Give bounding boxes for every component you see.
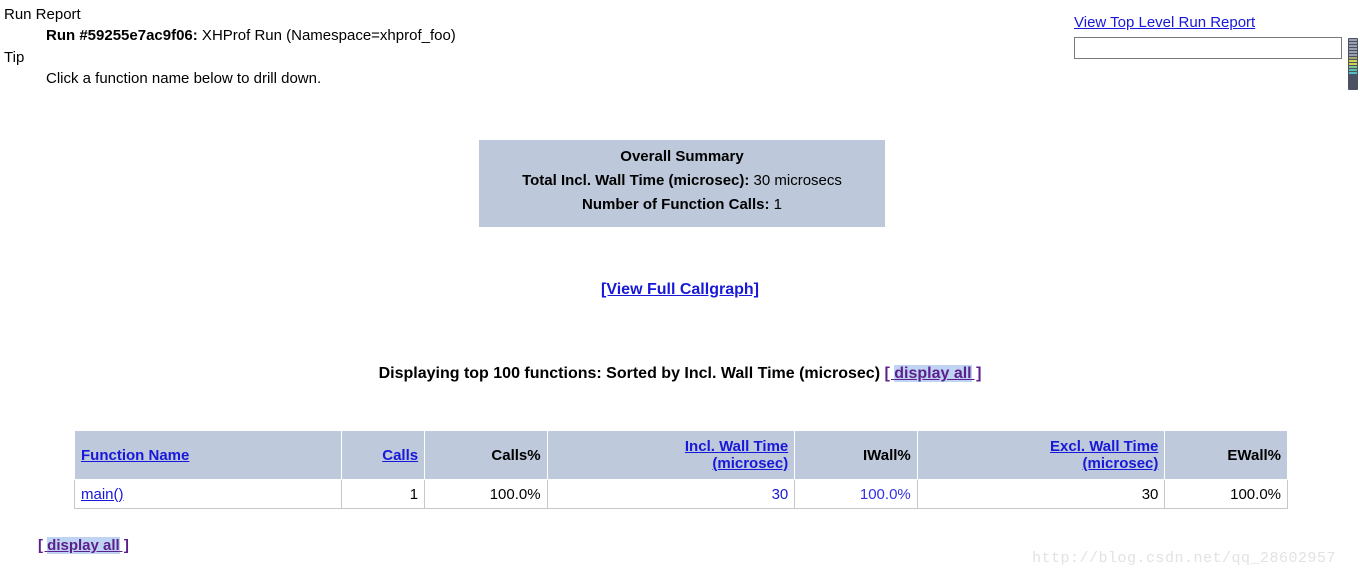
cell-calls-pct: 100.0%	[424, 479, 548, 509]
cell-incl-wall-time: 30	[546, 479, 796, 509]
run-report-term: Run Report	[4, 6, 81, 23]
summary-function-calls: Number of Function Calls: 1	[479, 193, 885, 217]
sort-link-incl-wall-time[interactable]: Incl. Wall Time (microsec)	[685, 438, 788, 472]
sort-link-function-name[interactable]: Function Name	[81, 447, 189, 464]
display-heading: Displaying top 100 functions: Sorted by …	[0, 365, 1360, 383]
excl-wall-time-label-line1: Excl. Wall Time	[1050, 438, 1159, 455]
thumb-stripe	[1349, 72, 1357, 74]
scrollbar-thumb[interactable]	[1348, 38, 1358, 90]
table-header-row: Function Name Calls Calls% Incl. Wall Ti…	[73, 430, 1288, 480]
sort-link-excl-wall-time[interactable]: Excl. Wall Time (microsec)	[1050, 438, 1158, 472]
thumb-stripe	[1349, 54, 1357, 56]
tip-text: Click a function name below to drill dow…	[46, 70, 322, 87]
column-header-excl-wall-time: Excl. Wall Time (microsec)	[916, 430, 1166, 480]
view-top-level-run-report-link[interactable]: View Top Level Run Report	[1074, 14, 1255, 31]
display-all-bracket-open: [	[884, 365, 895, 382]
cell-excl-wall-time: 30	[916, 479, 1166, 509]
summary-total-wall-time-label: Total Incl. Wall Time (microsec):	[522, 172, 750, 189]
column-header-calls: Calls	[341, 430, 426, 480]
sort-link-calls[interactable]: Calls	[382, 447, 418, 464]
view-full-callgraph-link[interactable]: [View Full Callgraph]	[601, 281, 759, 298]
thumb-stripe	[1349, 63, 1357, 65]
column-header-iwall-pct: IWall%	[794, 430, 918, 480]
incl-wall-time-label-line1: Incl. Wall Time	[684, 438, 789, 455]
thumb-stripe	[1349, 48, 1357, 50]
summary-total-wall-time: Total Incl. Wall Time (microsec): 30 mic…	[479, 169, 885, 193]
column-header-incl-wall-time: Incl. Wall Time (microsec)	[546, 430, 796, 480]
thumb-stripe	[1349, 66, 1357, 68]
thumb-stripe	[1349, 39, 1357, 41]
display-all-link-top[interactable]: display all	[894, 365, 972, 382]
summary-title: Overall Summary	[479, 145, 885, 169]
tip-term: Tip	[4, 49, 25, 66]
overall-summary-box: Overall Summary Total Incl. Wall Time (m…	[479, 140, 885, 227]
thumb-stripe	[1349, 60, 1357, 62]
summary-title-text: Overall Summary	[620, 148, 744, 165]
table-row: main() 1 100.0% 30 100.0% 30 100.0%	[73, 479, 1288, 509]
incl-wall-time-label-line2: (microsec)	[712, 455, 789, 472]
bottom-display-all-wrap: [ display all ]	[38, 537, 129, 554]
thumb-stripe	[1349, 57, 1357, 59]
run-report-definition: Run #59255e7ac9f06: XHProf Run (Namespac…	[46, 25, 1024, 47]
top-right-panel: View Top Level Run Report	[1074, 14, 1346, 59]
summary-function-calls-label: Number of Function Calls:	[581, 196, 770, 213]
cell-iwall-pct: 100.0%	[794, 479, 918, 509]
thumb-stripe	[1349, 45, 1357, 47]
excl-wall-time-label-line2: (microsec)	[1082, 455, 1159, 472]
function-name-link[interactable]: main()	[81, 486, 124, 503]
watermark: http://blog.csdn.net/qq_28602957	[1032, 550, 1337, 567]
run-id-input[interactable]	[1074, 37, 1342, 59]
column-header-ewall-pct: EWall%	[1164, 430, 1288, 480]
summary-function-calls-value: 1	[769, 196, 782, 213]
display-all-link-bottom[interactable]: display all	[47, 537, 120, 554]
bottom-bracket-close: ]	[119, 537, 129, 554]
cell-function-name: main()	[73, 479, 343, 509]
report-header: Run Report Run #59255e7ac9f06: XHProf Ru…	[4, 4, 1024, 90]
thumb-stripe	[1349, 69, 1357, 71]
display-heading-text: Displaying top 100 functions: Sorted by …	[378, 365, 885, 382]
bottom-bracket-open: [	[38, 537, 48, 554]
summary-total-wall-time-value: 30 microsecs	[749, 172, 842, 189]
column-header-function-name: Function Name	[73, 430, 343, 480]
run-description: XHProf Run (Namespace=xhprof_foo)	[197, 27, 456, 44]
thumb-stripe	[1349, 42, 1357, 44]
thumb-stripe	[1349, 51, 1357, 53]
callgraph-link-wrap: [View Full Callgraph]	[0, 281, 1360, 299]
column-header-calls-pct: Calls%	[424, 430, 548, 480]
cell-ewall-pct: 100.0%	[1164, 479, 1288, 509]
function-table: Function Name Calls Calls% Incl. Wall Ti…	[73, 430, 1288, 509]
run-id-label: Run #59255e7ac9f06:	[46, 27, 198, 44]
display-all-bracket-close: ]	[971, 365, 982, 382]
cell-calls: 1	[341, 479, 426, 509]
